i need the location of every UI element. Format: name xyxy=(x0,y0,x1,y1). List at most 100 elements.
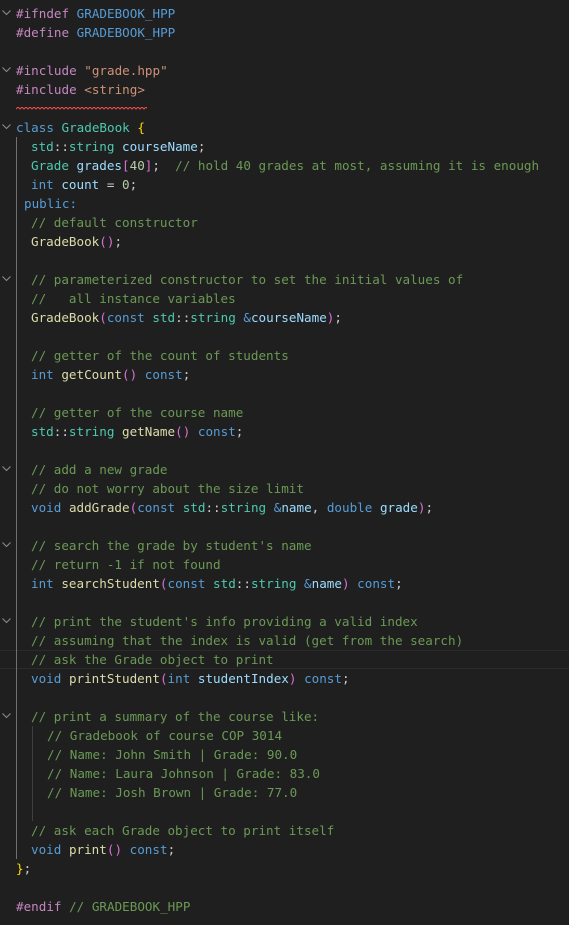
code-text: // Name: Laura Johnson | Grade: 83.0 xyxy=(47,764,320,783)
code-line[interactable]: int getCount() const; xyxy=(0,365,569,384)
code-token: & xyxy=(243,310,251,325)
code-token: ; xyxy=(341,671,350,686)
code-token: ) xyxy=(341,576,350,591)
code-line[interactable] xyxy=(0,517,569,536)
code-line[interactable]: #define GRADEBOOK_HPP xyxy=(0,23,569,42)
code-line[interactable]: // parameterized constructor to set the … xyxy=(0,270,569,289)
code-token: const xyxy=(357,576,396,591)
code-token: string xyxy=(250,576,297,591)
code-line[interactable] xyxy=(0,251,569,270)
code-line[interactable]: // add a new grade xyxy=(0,460,569,479)
code-line[interactable]: // search the grade by student's name xyxy=(0,536,569,555)
code-line[interactable]: void print() const; xyxy=(0,840,569,859)
fold-chevron-icon[interactable] xyxy=(1,61,13,80)
code-line[interactable]: std::string getName() const; xyxy=(0,422,569,441)
code-line[interactable]: Grade grades[40]; // hold 40 grades at m… xyxy=(0,156,569,175)
fold-chevron-icon[interactable] xyxy=(1,4,13,23)
code-token: // parameterized constructor to set the … xyxy=(31,272,464,287)
code-line[interactable]: // getter of the course name xyxy=(0,403,569,422)
code-line[interactable]: // print the student's info providing a … xyxy=(0,612,569,631)
code-line[interactable] xyxy=(0,593,569,612)
code-token: // add a new grade xyxy=(31,462,168,477)
code-line[interactable]: // getter of the count of students xyxy=(0,346,569,365)
code-token: // default constructor xyxy=(31,215,198,230)
code-line[interactable]: GradeBook(const std::string &courseName)… xyxy=(0,308,569,327)
code-token: int xyxy=(31,367,54,382)
code-text: int getCount() const; xyxy=(31,365,190,384)
code-line[interactable]: #endif // GRADEBOOK_HPP xyxy=(0,897,569,916)
code-line[interactable]: GradeBook(); xyxy=(0,232,569,251)
code-text: class GradeBook { xyxy=(16,118,145,137)
code-line[interactable]: // do not worry about the size limit xyxy=(0,479,569,498)
fold-chevron-icon[interactable] xyxy=(1,536,13,555)
code-text: // Gradebook of course COP 3014 xyxy=(47,726,282,745)
code-token: studentIndex xyxy=(197,671,289,686)
code-text: int count = 0; xyxy=(31,175,137,194)
code-line[interactable] xyxy=(0,42,569,61)
code-line[interactable] xyxy=(0,688,569,707)
code-editor[interactable]: #ifndef GRADEBOOK_HPP #define GRADEBOOK_H… xyxy=(0,0,569,925)
fold-chevron-icon[interactable] xyxy=(1,460,13,479)
code-token: ; xyxy=(152,158,160,173)
code-token: & xyxy=(304,576,312,591)
fold-chevron-icon[interactable] xyxy=(1,118,13,137)
code-line[interactable]: #include "grade.hpp" xyxy=(0,61,569,80)
code-text: // search the grade by student's name xyxy=(31,536,312,555)
fold-chevron-icon[interactable] xyxy=(1,270,13,289)
code-line[interactable]: // all instance variables xyxy=(0,289,569,308)
fold-chevron-icon[interactable] xyxy=(1,612,13,631)
code-line[interactable]: }; xyxy=(0,859,569,878)
code-token: "grade.hpp" xyxy=(84,63,168,78)
code-line[interactable]: #include <string> xyxy=(0,80,569,110)
code-line[interactable]: std::string courseName; xyxy=(0,137,569,156)
code-line[interactable]: // assuming that the index is valid (get… xyxy=(0,631,569,650)
code-token: // Name: Laura Johnson | Grade: 83.0 xyxy=(47,766,320,781)
code-token: ; xyxy=(129,177,138,192)
code-line[interactable]: int count = 0; xyxy=(0,175,569,194)
code-text: // getter of the count of students xyxy=(31,346,289,365)
code-token: ( xyxy=(159,576,168,591)
code-line[interactable]: // default constructor xyxy=(0,213,569,232)
code-token: :: xyxy=(235,576,251,591)
code-text: // ask the Grade object to print xyxy=(31,651,274,668)
code-token: Grade xyxy=(31,158,69,173)
code-line[interactable]: public: xyxy=(0,194,569,213)
code-token: searchStudent xyxy=(61,576,160,591)
code-line[interactable]: void printStudent(int studentIndex) cons… xyxy=(0,669,569,688)
code-token: const xyxy=(304,671,342,686)
code-line[interactable]: int searchStudent(const std::string &nam… xyxy=(0,574,569,593)
code-token: #define xyxy=(16,25,70,40)
code-token: ( xyxy=(99,310,107,325)
code-token: getName xyxy=(122,424,176,439)
code-token: count xyxy=(61,177,100,192)
code-token: public: xyxy=(24,196,78,211)
code-line[interactable]: // Gradebook of course COP 3014 xyxy=(0,726,569,745)
code-line[interactable]: // ask the Grade object to print xyxy=(0,650,569,669)
code-line[interactable]: // Name: Josh Brown | Grade: 77.0 xyxy=(0,783,569,802)
code-line[interactable]: #ifndef GRADEBOOK_HPP xyxy=(0,4,569,23)
code-line[interactable]: void addGrade(const std::string &name, d… xyxy=(0,498,569,517)
code-token: const xyxy=(197,424,236,439)
code-line[interactable]: class GradeBook { xyxy=(0,118,569,137)
code-token: <string> xyxy=(84,82,145,97)
code-line[interactable] xyxy=(0,878,569,897)
code-line[interactable] xyxy=(0,327,569,346)
code-line[interactable] xyxy=(0,802,569,821)
code-line[interactable]: // Name: John Smith | Grade: 90.0 xyxy=(0,745,569,764)
code-line[interactable]: // return -1 if not found xyxy=(0,555,569,574)
code-line[interactable]: // ask each Grade object to print itself xyxy=(0,821,569,840)
code-token: // getter of the course name xyxy=(31,405,244,420)
fold-chevron-icon[interactable] xyxy=(1,707,13,726)
code-token: int xyxy=(167,671,191,686)
code-token: std xyxy=(213,576,236,591)
code-line[interactable] xyxy=(0,384,569,403)
code-line[interactable]: // print a summary of the course like: xyxy=(0,707,569,726)
code-line[interactable]: // Name: Laura Johnson | Grade: 83.0 xyxy=(0,764,569,783)
code-token: #include xyxy=(16,63,77,78)
code-line[interactable] xyxy=(0,99,569,118)
code-line[interactable] xyxy=(0,441,569,460)
